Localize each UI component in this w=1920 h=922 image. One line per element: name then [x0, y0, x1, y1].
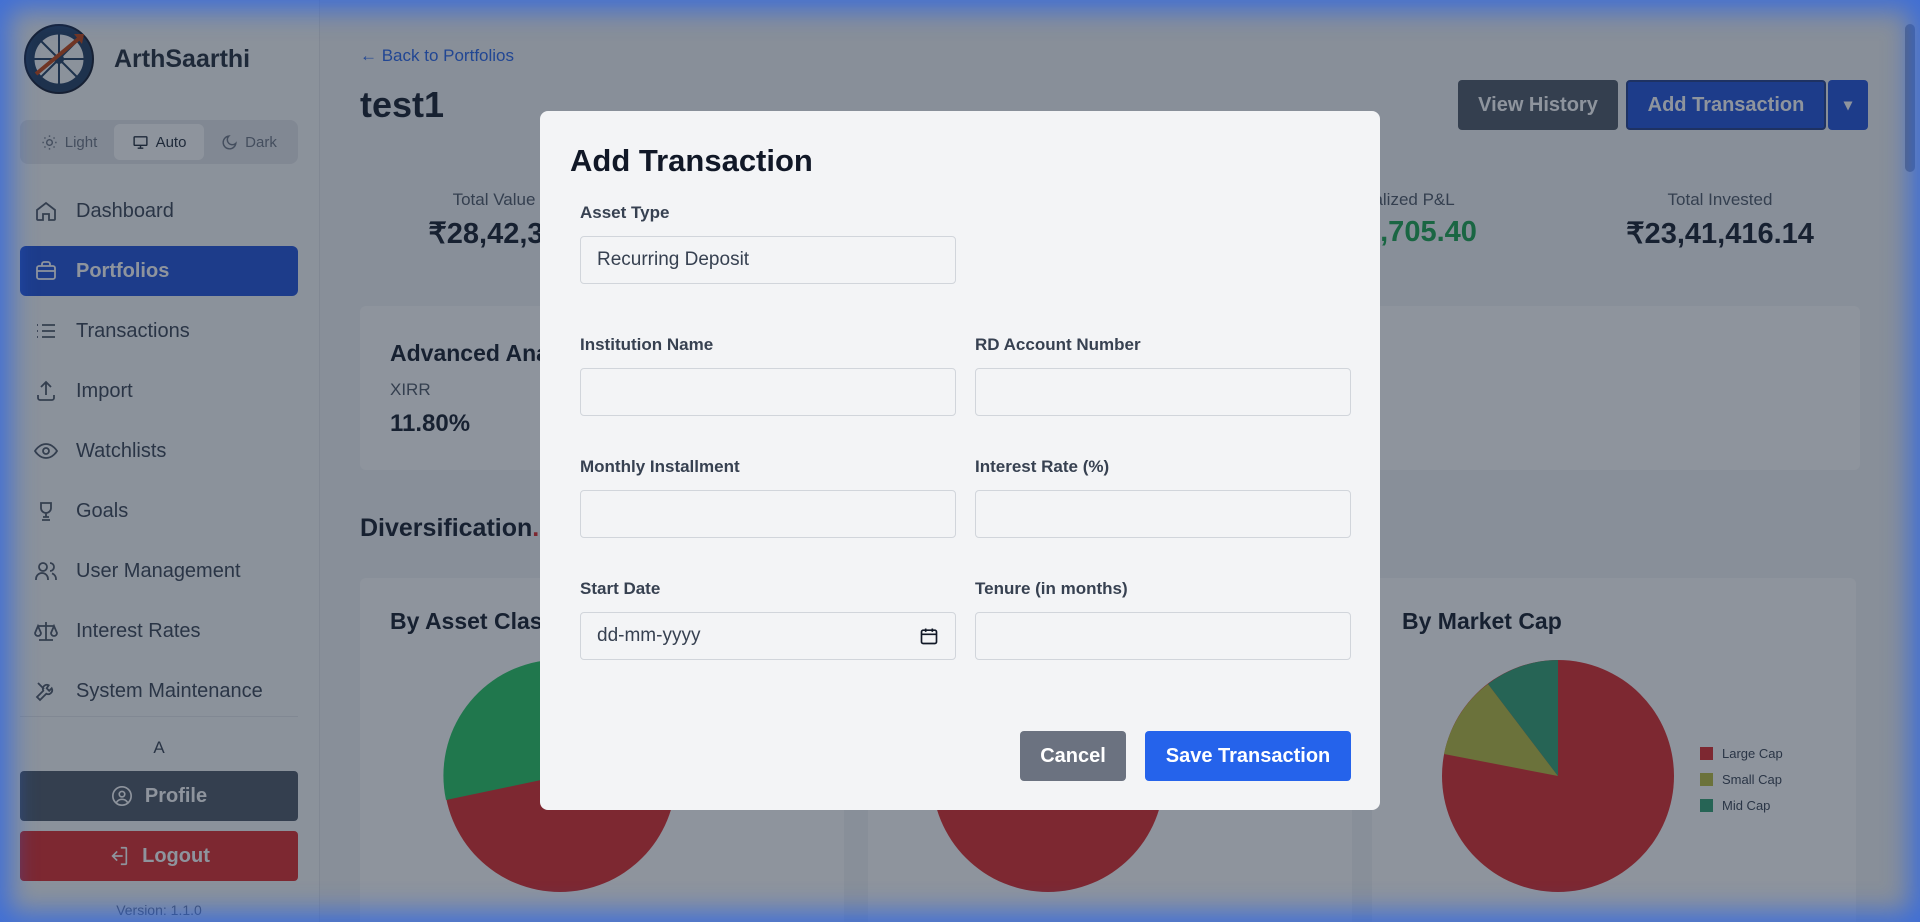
- institution-name-label: Institution Name: [580, 335, 714, 354]
- calendar-icon[interactable]: [919, 626, 939, 646]
- start-date-input[interactable]: dd-mm-yyyy: [580, 612, 956, 660]
- monthly-installment-input[interactable]: [580, 490, 956, 538]
- modal-title: Add Transaction: [570, 143, 813, 178]
- monthly-installment-label: Monthly Installment: [580, 457, 740, 476]
- rd-account-number-input[interactable]: [975, 368, 1351, 416]
- rd-account-number-label: RD Account Number: [975, 335, 1141, 354]
- start-date-placeholder: dd-mm-yyyy: [597, 625, 701, 646]
- add-transaction-modal: Add Transaction Asset Type Recurring Dep…: [540, 111, 1380, 810]
- tenure-input[interactable]: [975, 612, 1351, 660]
- institution-name-input[interactable]: [580, 368, 956, 416]
- asset-type-field[interactable]: Recurring Deposit: [580, 236, 956, 284]
- cancel-button[interactable]: Cancel: [1020, 731, 1126, 781]
- start-date-label: Start Date: [580, 579, 661, 598]
- interest-rate-label: Interest Rate (%): [975, 457, 1110, 476]
- save-transaction-button[interactable]: Save Transaction: [1145, 731, 1351, 781]
- interest-rate-input[interactable]: [975, 490, 1351, 538]
- asset-type-label: Asset Type: [580, 203, 670, 222]
- asset-type-value: Recurring Deposit: [597, 249, 750, 270]
- tenure-label: Tenure (in months): [975, 579, 1128, 598]
